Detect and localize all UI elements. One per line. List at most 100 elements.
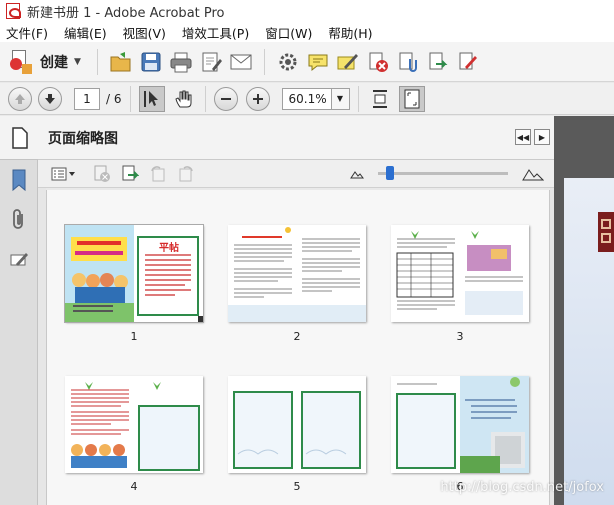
page-thumbnail-label: 5 (293, 480, 301, 493)
collapse-panel-button[interactable]: ◀◀ (515, 129, 531, 145)
next-panel-button[interactable]: ▶ (534, 129, 550, 145)
zoom-dropdown-button[interactable]: ▼ (331, 87, 350, 110)
zoom-in-button[interactable] (245, 86, 270, 111)
page-thumbnail-2[interactable] (228, 225, 366, 322)
menu-window[interactable]: 窗口(W) (265, 23, 312, 42)
pages-icon (12, 126, 28, 149)
page-thumbnail-1[interactable]: 平帖 (64, 224, 204, 323)
page-thumbnail-4[interactable] (65, 376, 203, 473)
thumbnail-6-preview (391, 376, 529, 473)
page-thumbnails-button[interactable] (0, 116, 38, 160)
thumbnail-3-preview (391, 225, 529, 322)
menu-help[interactable]: 帮助(H) (328, 23, 372, 42)
highlight-icon[interactable] (333, 47, 363, 77)
page-ornament-icon (598, 212, 614, 252)
options-menu-button[interactable] (48, 159, 78, 189)
chevron-down-icon: ▼ (336, 94, 344, 103)
acrobat-app-icon (6, 3, 21, 19)
minus-icon (220, 97, 231, 100)
zoom-out-button[interactable] (213, 86, 238, 111)
small-mountain-icon (350, 171, 364, 179)
menu-bar: 文件(F) 编辑(E) 视图(V) 增效工具(P) 窗口(W) 帮助(H) (0, 22, 614, 42)
email-icon[interactable] (226, 47, 256, 77)
hand-icon (174, 90, 191, 107)
attach-icon[interactable] (393, 47, 423, 77)
document-page (564, 178, 614, 505)
thumbnails-panel-header: 页面缩略图 ◀◀ ▶ (38, 116, 554, 160)
bookmarks-button[interactable] (0, 160, 38, 200)
attachments-button[interactable] (0, 200, 38, 240)
thumbnail-size-slider[interactable] (378, 166, 508, 180)
toolbar-divider (129, 85, 131, 112)
menu-file[interactable]: 文件(F) (6, 23, 48, 42)
thumbnail-2-preview (228, 225, 366, 322)
previous-page-button[interactable] (8, 86, 32, 111)
thumbnail-5-preview (228, 376, 366, 473)
large-mountain-icon (522, 169, 544, 181)
plus-icon (252, 93, 263, 104)
navigation-pane (0, 116, 38, 505)
delete-page-icon[interactable] (363, 47, 393, 77)
page-thumbnail-5[interactable] (228, 376, 366, 473)
thumbnail-1-preview (65, 225, 203, 322)
title-bar: 新建书册 1 - Adobe Acrobat Pro (0, 0, 614, 22)
main-toolbar: 创建 ▼ (0, 42, 614, 82)
create-pdf-icon (10, 49, 32, 74)
page-thumbnail-label: 2 (293, 330, 301, 343)
watermark-text: http://blog.csdn.net/jofox (440, 480, 604, 495)
zoom-level-input[interactable]: 60.1% (281, 87, 332, 110)
hand-tool-button[interactable] (171, 86, 197, 112)
export-icon[interactable] (423, 47, 453, 77)
page-thumbnail-label: 4 (130, 480, 138, 493)
paperclip-icon (13, 209, 23, 229)
navigation-toolbar: 1 / 6 60.1% ▼ (0, 83, 614, 115)
edit-doc-icon[interactable] (196, 47, 226, 77)
arrow-up-icon (15, 93, 25, 104)
fit-page-icon (404, 89, 419, 108)
double-left-arrow-icon: ◀◀ (516, 132, 530, 142)
fit-page-button[interactable] (398, 85, 425, 112)
page-number-input[interactable]: 1 (74, 87, 100, 110)
create-button[interactable]: 创建 ▼ (10, 47, 89, 77)
panel-left-border (38, 188, 46, 505)
menu-view[interactable]: 视图(V) (123, 23, 166, 42)
toolbar-divider (204, 85, 206, 112)
signatures-button[interactable] (0, 240, 38, 280)
next-page-button[interactable] (38, 86, 62, 111)
scroll-pages-icon (372, 89, 387, 108)
page-thumbnail-label: 1 (130, 330, 138, 343)
right-arrow-icon: ▶ (538, 132, 546, 142)
bookmark-icon (12, 169, 26, 192)
menu-plugins[interactable]: 增效工具(P) (182, 23, 249, 42)
toolbar-divider (357, 85, 359, 112)
thumbnails-area: 平帖 1 2 3 4 5 6 (46, 190, 550, 505)
thumbnail-4-preview (65, 376, 203, 473)
slider-knob[interactable] (385, 166, 394, 180)
panel-title: 页面缩略图 (48, 130, 118, 147)
menu-edit[interactable]: 编辑(E) (64, 23, 107, 42)
arrow-down-icon (45, 93, 55, 104)
page-thumbnail-6[interactable] (391, 376, 529, 473)
open-folder-icon[interactable] (106, 47, 136, 77)
print-icon[interactable] (166, 47, 196, 77)
gear-icon[interactable] (273, 47, 303, 77)
thumbnail-1-title: 平帖 (159, 243, 179, 254)
toolbar-divider (96, 48, 98, 75)
create-label: 创建 (40, 54, 68, 71)
rotate-right-button[interactable] (172, 159, 200, 189)
sign-icon[interactable] (453, 47, 483, 77)
delete-page-icon (94, 165, 110, 182)
thumbnails-toolbar (38, 160, 554, 188)
page-total: / 6 (106, 91, 122, 106)
save-icon[interactable] (136, 47, 166, 77)
scroll-mode-button[interactable] (367, 86, 393, 112)
delete-page-button[interactable] (88, 159, 116, 189)
page-thumbnail-3[interactable] (391, 225, 529, 322)
rotate-right-icon (179, 165, 193, 181)
window-title: 新建书册 1 - Adobe Acrobat Pro (27, 5, 225, 21)
rotate-left-button[interactable] (144, 159, 172, 189)
select-tool-button[interactable] (138, 85, 165, 112)
insert-page-button[interactable] (116, 159, 144, 189)
insert-page-icon (122, 165, 139, 180)
comment-icon[interactable] (303, 47, 333, 77)
